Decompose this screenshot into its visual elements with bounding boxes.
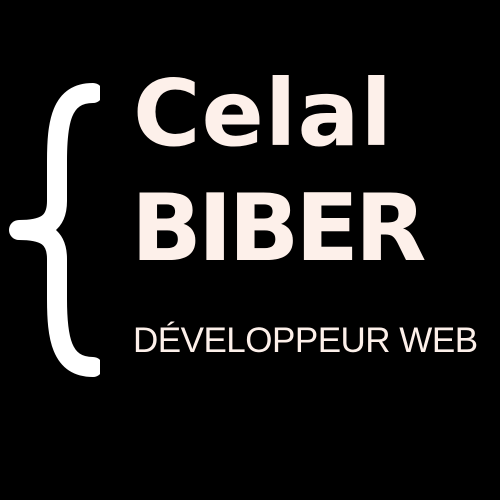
first-name-text: Celal bbox=[133, 60, 394, 167]
last-name-text: BIBER bbox=[131, 174, 427, 282]
job-title-tagline: DÉVELOPPEUR WEB bbox=[133, 321, 478, 360]
logo-canvas: Celal BIBER DÉVELOPPEUR WEB bbox=[0, 0, 500, 500]
curly-brace-icon bbox=[5, 83, 100, 377]
